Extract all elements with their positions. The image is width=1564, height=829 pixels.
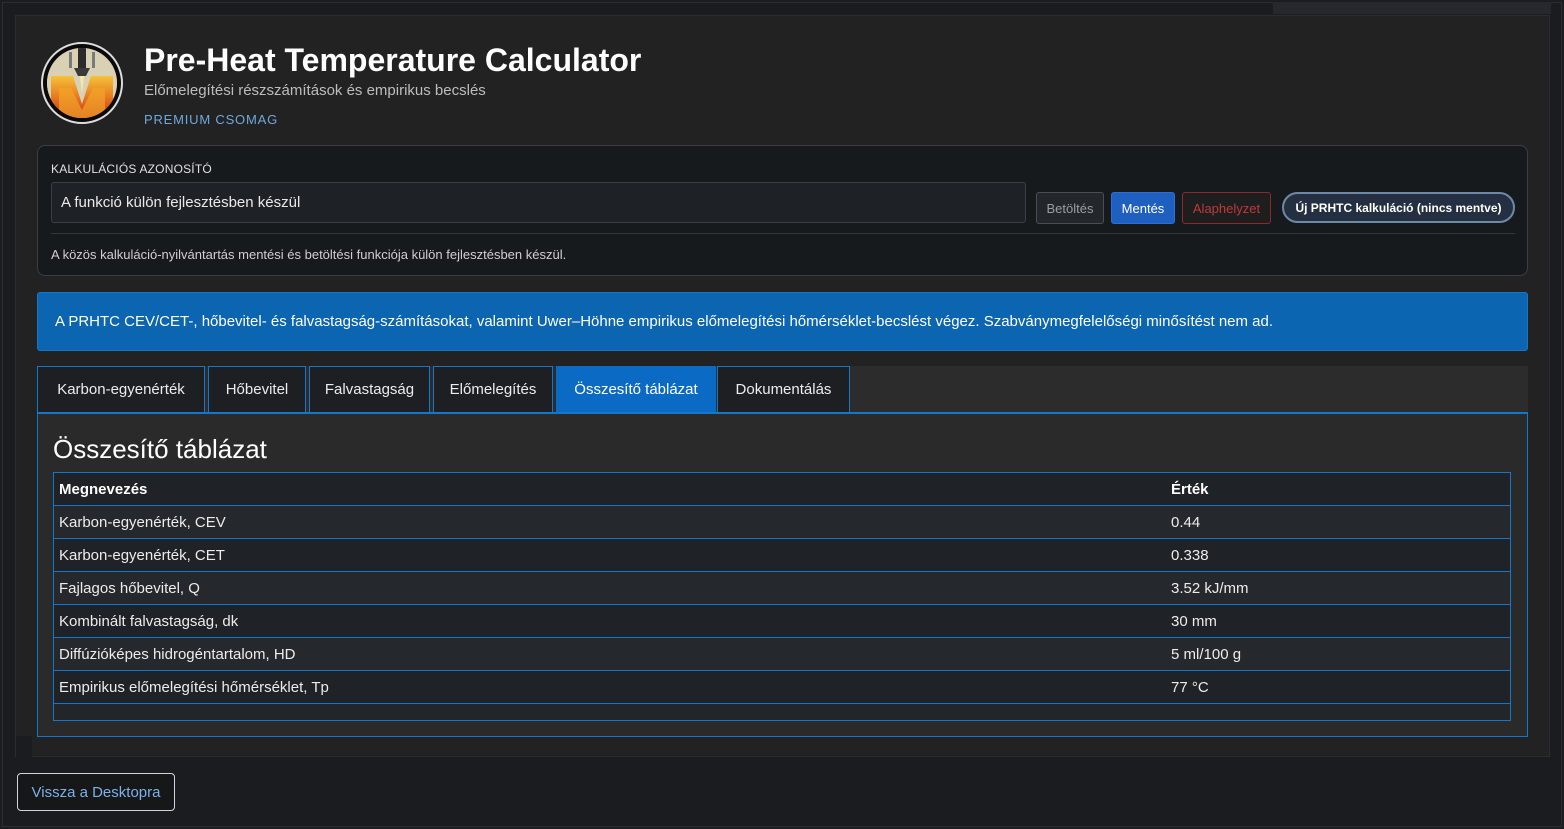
calculation-note: A közös kalkuláció-nyilvántartás mentési… bbox=[51, 247, 567, 262]
tab-carbon-equivalent[interactable]: Karbon-egyenérték bbox=[37, 366, 205, 412]
divider bbox=[51, 233, 1515, 234]
row-name: Karbon-egyenérték, CET bbox=[59, 547, 225, 564]
tab-bar: Karbon-egyenérték Hőbevitel Falvastagság… bbox=[37, 366, 1528, 412]
table-row: Kombinált falvastagság, dk 30 mm bbox=[54, 605, 1510, 638]
row-value: 77 °C bbox=[1171, 679, 1209, 696]
column-header-name: Megnevezés bbox=[59, 481, 148, 498]
page-title: Pre-Heat Temperature Calculator bbox=[144, 42, 642, 78]
save-button[interactable]: Mentés bbox=[1111, 192, 1175, 224]
page-subtitle: Előmelegítési részszámítások és empiriku… bbox=[144, 82, 486, 99]
table-row: Karbon-egyenérték, CEV 0.44 bbox=[54, 506, 1510, 539]
row-value: 0.338 bbox=[1171, 547, 1209, 564]
row-value: 0.44 bbox=[1171, 514, 1201, 531]
tab-documentation[interactable]: Dokumentálás bbox=[717, 366, 850, 412]
app-corner bbox=[16, 736, 32, 758]
app-container: Pre-Heat Temperature Calculator Előmeleg… bbox=[15, 15, 1550, 758]
app-logo-icon bbox=[41, 42, 123, 124]
calculation-id-panel: KALKULÁCIÓS AZONOSÍTÓ Betöltés Mentés Al… bbox=[37, 145, 1528, 276]
tab-wall-thickness[interactable]: Falvastagság bbox=[309, 366, 430, 412]
row-value: 30 mm bbox=[1171, 613, 1217, 630]
row-value: 3.52 kJ/mm bbox=[1171, 580, 1249, 597]
premium-badge: PREMIUM CSOMAG bbox=[144, 112, 278, 127]
row-name: Empirikus előmelegítési hőmérséklet, Tp bbox=[59, 679, 329, 696]
table-header-row: Megnevezés Érték bbox=[54, 473, 1510, 506]
summary-panel: Összesítő táblázat Megnevezés Érték Karb… bbox=[37, 412, 1528, 737]
calculation-id-input[interactable] bbox=[51, 182, 1026, 223]
table-row: Fajlagos hőbevitel, Q 3.52 kJ/mm bbox=[54, 572, 1510, 605]
table-row: Diffúzióképes hidrogéntartalom, HD 5 ml/… bbox=[54, 638, 1510, 671]
tab-preheat[interactable]: Előmelegítés bbox=[433, 366, 553, 412]
top-strip bbox=[1273, 2, 1551, 14]
new-calculation-button[interactable]: Új PRHTC kalkuláció (nincs mentve) bbox=[1282, 192, 1515, 223]
load-button[interactable]: Betöltés bbox=[1036, 192, 1104, 224]
info-banner: A PRHTC CEV/CET-, hőbevitel- és falvasta… bbox=[37, 292, 1528, 351]
row-value: 5 ml/100 g bbox=[1171, 646, 1242, 663]
column-header-value: Érték bbox=[1171, 481, 1209, 498]
row-name: Karbon-egyenérték, CEV bbox=[59, 514, 226, 531]
info-banner-text: A PRHTC CEV/CET-, hőbevitel- és falvasta… bbox=[55, 313, 1274, 330]
calculation-id-label: KALKULÁCIÓS AZONOSÍTÓ bbox=[51, 162, 212, 176]
tab-heat-input[interactable]: Hőbevitel bbox=[208, 366, 306, 412]
tab-summary-table[interactable]: Összesítő táblázat bbox=[556, 366, 716, 412]
table-row: Karbon-egyenérték, CET 0.338 bbox=[54, 539, 1510, 572]
row-name: Fajlagos hőbevitel, Q bbox=[59, 580, 200, 597]
table-row: Empirikus előmelegítési hőmérséklet, Tp … bbox=[54, 671, 1510, 704]
panel-title: Összesítő táblázat bbox=[53, 434, 267, 464]
back-to-desktop-button[interactable]: Vissza a Desktopra bbox=[17, 773, 175, 811]
row-name: Kombinált falvastagság, dk bbox=[59, 613, 239, 630]
reset-button[interactable]: Alaphelyzet bbox=[1182, 192, 1271, 224]
row-name: Diffúzióképes hidrogéntartalom, HD bbox=[59, 646, 296, 663]
summary-table: Megnevezés Érték Karbon-egyenérték, CEV … bbox=[53, 472, 1511, 721]
